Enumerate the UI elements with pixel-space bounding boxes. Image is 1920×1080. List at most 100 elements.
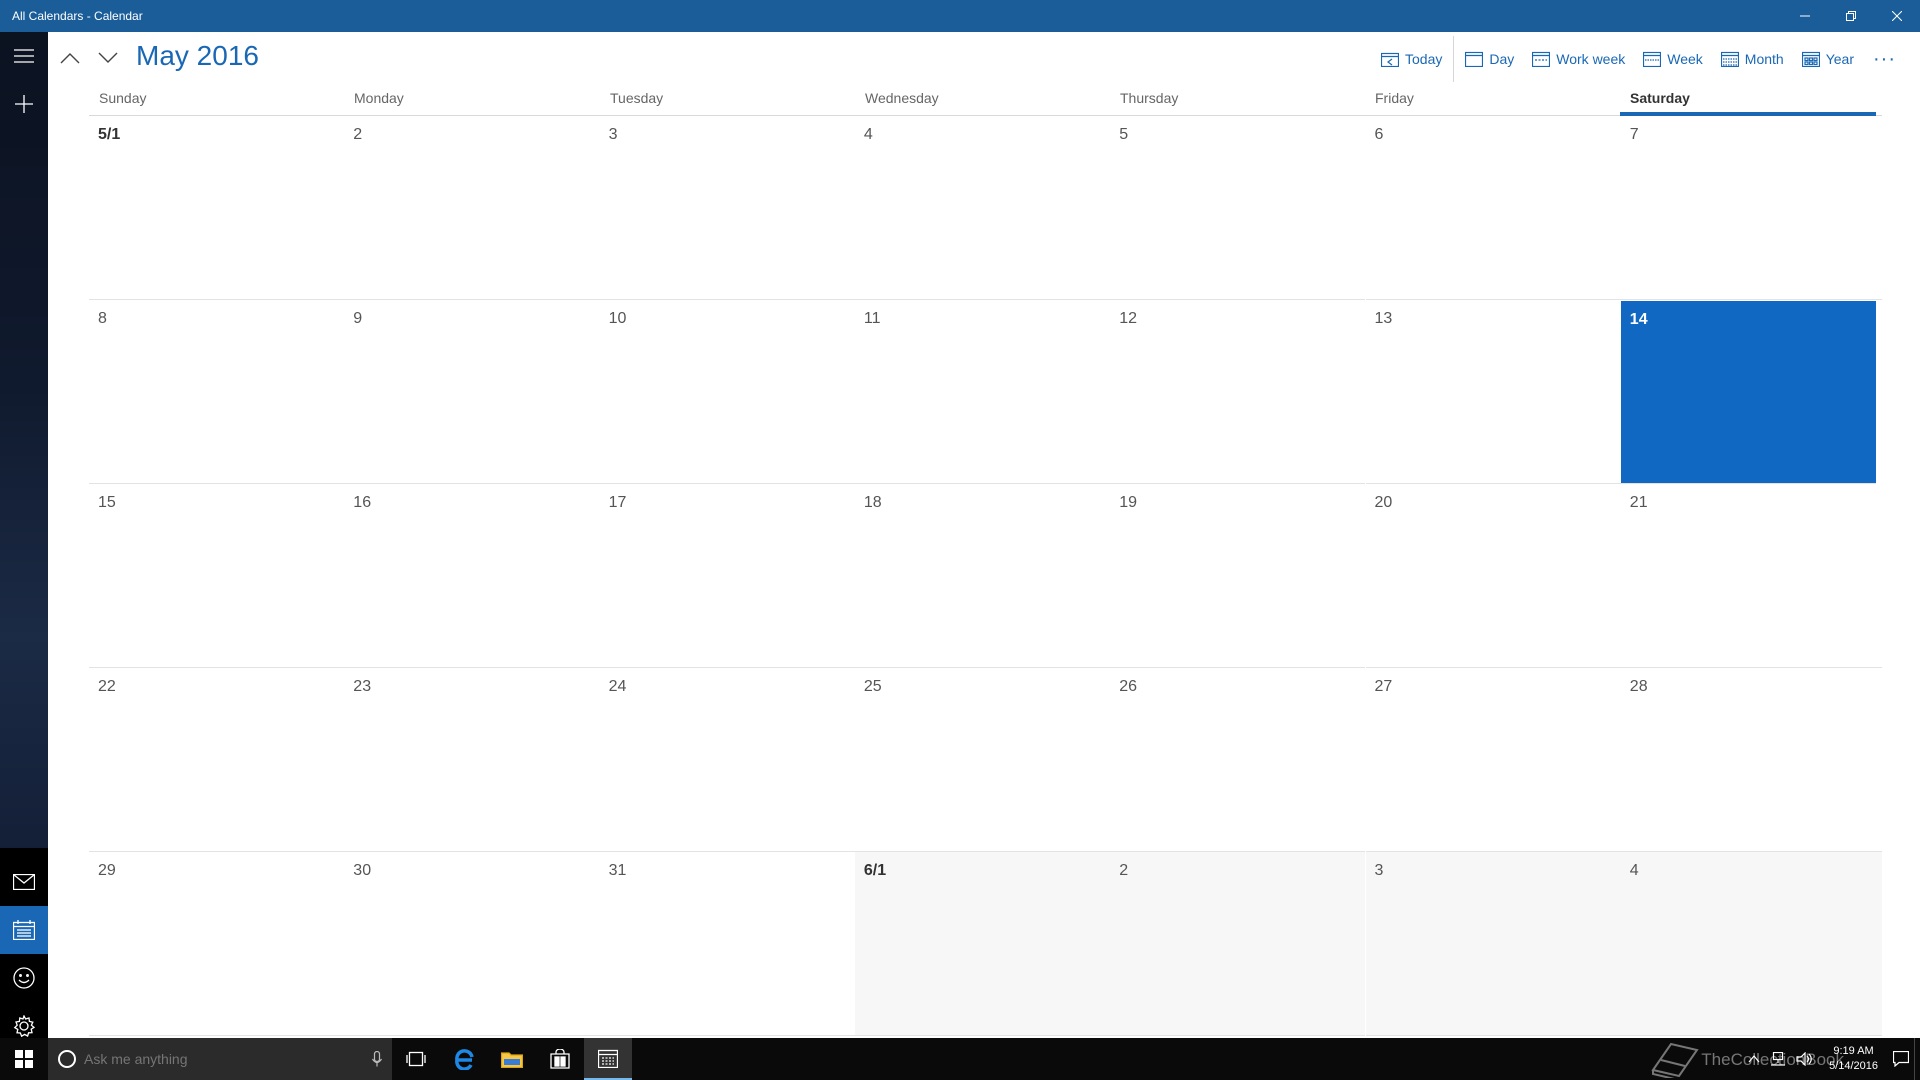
- store-icon: [550, 1049, 570, 1069]
- week-view-button[interactable]: Week: [1634, 44, 1712, 74]
- day-cell[interactable]: 18: [854, 484, 1111, 668]
- day-cell[interactable]: 6/1: [854, 852, 1111, 1036]
- day-cell[interactable]: 21: [1620, 484, 1882, 668]
- day-cell[interactable]: 26: [1110, 668, 1366, 852]
- view-toolbar: Today Day Work week Week Month Year ···: [1372, 36, 1906, 82]
- new-event-button[interactable]: [0, 80, 48, 128]
- show-desktop-button[interactable]: [1914, 1038, 1920, 1080]
- day-cell[interactable]: 27: [1365, 668, 1621, 852]
- store-button[interactable]: [536, 1038, 584, 1080]
- day-number: 9: [353, 310, 363, 327]
- month-grid: Sunday Monday Tuesday Wednesday Thursday…: [89, 84, 1882, 1036]
- minimize-icon: [1800, 15, 1810, 17]
- year-view-icon: [1801, 51, 1820, 67]
- edge-button[interactable]: [440, 1038, 488, 1080]
- day-cell[interactable]: 16: [344, 484, 600, 668]
- day-number: 2: [1119, 862, 1129, 879]
- day-cell[interactable]: 24: [599, 668, 855, 852]
- window-title: All Calendars - Calendar: [12, 9, 143, 23]
- day-cell[interactable]: 31: [599, 852, 855, 1036]
- day-cell[interactable]: 4: [1620, 852, 1882, 1036]
- book-logo-icon: [1651, 1042, 1699, 1078]
- work-week-view-button[interactable]: Work week: [1523, 44, 1634, 74]
- work-week-view-icon: [1532, 51, 1551, 67]
- day-number: 10: [608, 310, 627, 327]
- day-cell[interactable]: 9: [344, 300, 600, 484]
- cortana-search-box[interactable]: [48, 1038, 392, 1080]
- mail-button[interactable]: [0, 858, 48, 906]
- weekday-saturday: Saturday: [1630, 90, 1690, 106]
- day-cell[interactable]: 2: [1110, 852, 1366, 1036]
- day-cell[interactable]: 4: [854, 116, 1111, 300]
- day-cell[interactable]: 12: [1110, 300, 1366, 484]
- day-cell[interactable]: 11: [854, 300, 1111, 484]
- search-input[interactable]: [84, 1051, 372, 1067]
- day-cell[interactable]: 23: [344, 668, 600, 852]
- month-view-button[interactable]: Month: [1712, 44, 1793, 74]
- year-view-button[interactable]: Year: [1793, 44, 1863, 74]
- show-hidden-icons-button[interactable]: [1743, 1038, 1765, 1080]
- day-cell[interactable]: 30: [344, 852, 600, 1036]
- network-button[interactable]: [1765, 1038, 1791, 1080]
- file-explorer-button[interactable]: [488, 1038, 536, 1080]
- close-icon: [1892, 11, 1902, 21]
- day-view-button[interactable]: Day: [1456, 44, 1523, 74]
- work-week-view-label: Work week: [1556, 51, 1626, 67]
- day-cell[interactable]: 20: [1365, 484, 1621, 668]
- clock[interactable]: 9:19 AM 5/14/2016: [1819, 1044, 1888, 1074]
- restore-button[interactable]: [1828, 0, 1874, 32]
- day-cell[interactable]: 14: [1620, 301, 1876, 484]
- microphone-icon[interactable]: [372, 1051, 382, 1067]
- month-title[interactable]: May 2016: [136, 40, 259, 72]
- day-number: 4: [863, 126, 873, 143]
- day-cell[interactable]: 19: [1110, 484, 1366, 668]
- day-number: 28: [1629, 678, 1648, 695]
- day-cell[interactable]: 3: [1365, 852, 1621, 1036]
- day-number: 2: [353, 126, 363, 143]
- window-controls: [1782, 0, 1920, 32]
- task-view-button[interactable]: [392, 1038, 440, 1080]
- day-cell[interactable]: 17: [599, 484, 855, 668]
- volume-button[interactable]: [1791, 1038, 1819, 1080]
- day-number: 13: [1374, 310, 1393, 327]
- day-cell[interactable]: 8: [89, 300, 345, 484]
- more-options-button[interactable]: ···: [1863, 49, 1906, 69]
- month-view-label: Month: [1744, 51, 1784, 67]
- weekday-monday: Monday: [354, 90, 404, 106]
- day-cell[interactable]: 25: [854, 668, 1111, 852]
- action-center-button[interactable]: [1888, 1038, 1914, 1080]
- day-cell[interactable]: 10: [599, 300, 855, 484]
- start-button[interactable]: [0, 1038, 48, 1080]
- day-cell[interactable]: 22: [89, 668, 345, 852]
- notification-icon: [1893, 1051, 1909, 1067]
- day-cell[interactable]: 29: [89, 852, 345, 1036]
- toolbar-divider: [1453, 36, 1455, 82]
- calendar-button[interactable]: [0, 906, 48, 954]
- next-month-button[interactable]: [90, 42, 126, 74]
- minimize-button[interactable]: [1782, 0, 1828, 32]
- previous-month-button[interactable]: [52, 42, 88, 74]
- day-cell[interactable]: 13: [1365, 300, 1621, 484]
- day-cell[interactable]: 5: [1110, 116, 1366, 300]
- day-cell[interactable]: 2: [344, 116, 600, 300]
- today-button[interactable]: Today: [1372, 44, 1451, 74]
- day-cell[interactable]: 15: [89, 484, 345, 668]
- day-number: 6: [1374, 126, 1384, 143]
- feedback-button[interactable]: [0, 954, 48, 1002]
- day-cell[interactable]: 28: [1620, 668, 1882, 852]
- week-view-icon: [1643, 51, 1662, 67]
- day-cell[interactable]: 7: [1620, 116, 1882, 300]
- left-rail: [0, 32, 48, 1038]
- close-button[interactable]: [1874, 0, 1920, 32]
- day-number: 27: [1374, 678, 1393, 695]
- day-number: 15: [98, 494, 116, 511]
- day-number: 7: [1629, 126, 1639, 143]
- smiley-icon: [13, 967, 35, 989]
- windows-logo-icon: [15, 1050, 33, 1068]
- day-number: 17: [608, 494, 627, 511]
- calendar-taskbar-button[interactable]: [584, 1038, 632, 1080]
- hamburger-menu-button[interactable]: [0, 32, 48, 80]
- day-cell[interactable]: 6: [1365, 116, 1621, 300]
- day-cell[interactable]: 5/1: [89, 116, 345, 300]
- day-cell[interactable]: 3: [599, 116, 855, 300]
